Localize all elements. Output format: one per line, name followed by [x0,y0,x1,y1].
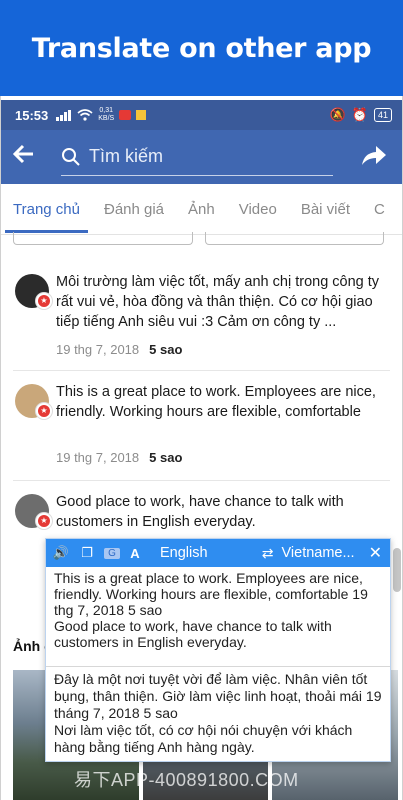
search-icon [62,147,80,166]
alarm-icon: ⏰ [351,107,368,122]
avatar[interactable]: ★ [15,494,53,530]
review-text: Good place to work, have chance to talk … [56,494,344,530]
review-text: Môi trường làm việc tốt, mấy anh chị tro… [56,274,380,330]
search-input[interactable]: Tìm kiếm [89,146,163,167]
close-icon[interactable]: ✕ [369,543,382,563]
divider [13,480,390,481]
mute-icon: 🔕 [329,107,346,122]
page-tabs: Trang chủ Đánh giá Ảnh Video Bài viết C [1,184,402,235]
review-date: 19 thg 7, 2018 [56,342,140,357]
swap-languages-icon[interactable]: ⇄ [262,545,274,562]
battery-indicator: 41 [373,108,392,122]
translate-toolbar: 🔊 ❐ G A English ⇄ Vietname... ✕ [46,539,390,567]
target-language-selector[interactable]: Vietname... [282,545,355,561]
review-rating: 5 sao [149,342,183,357]
recommend-badge-icon: ★ [35,402,53,420]
yes-button-partial[interactable] [13,232,193,245]
translated-text: Đây là một nơi tuyệt vời để làm việc. Nh… [54,671,382,755]
tab-reviews[interactable]: Đánh giá [92,201,176,218]
copy-icon[interactable]: ❐ [76,545,98,561]
review-date: 19 thg 7, 2018 [56,450,140,465]
status-time: 15:53 [15,107,49,123]
wifi-icon [77,109,93,121]
tab-photos[interactable]: Ảnh [176,201,227,218]
source-text: This is a great place to work. Employees… [46,567,390,667]
source-language-selector[interactable]: English [160,545,208,561]
review-text: This is a great place to work. Employees… [56,384,376,420]
tab-video[interactable]: Video [227,201,289,218]
tab-posts[interactable]: Bài viết [289,201,362,218]
review-rating: 5 sao [149,450,183,465]
font-size-icon[interactable]: A [124,546,146,561]
app-bar: Tìm kiếm [1,130,402,184]
no-button-partial[interactable] [205,232,384,245]
recommend-badge-icon: ★ [35,512,53,530]
translate-popup: 🔊 ❐ G A English ⇄ Vietname... ✕ This is … [45,538,391,762]
tab-home[interactable]: Trang chủ [1,201,92,233]
avatar[interactable]: ★ [15,384,53,420]
back-arrow-icon[interactable] [12,143,53,171]
status-bar: 15:53 0,31 KB/S 🔕 ⏰ 41 [1,100,402,130]
app-notification-icon [119,110,132,120]
review-meta: 19 thg 7, 2018 5 sao [56,342,182,357]
share-icon[interactable] [360,143,388,172]
review-meta: 19 thg 7, 2018 5 sao [56,450,182,465]
google-translate-icon[interactable]: G [104,547,120,559]
avatar[interactable]: ★ [15,274,53,310]
tab-more[interactable]: C [362,201,397,218]
promo-banner: Translate on other app [0,0,403,96]
network-speed: 0,31 KB/S [98,107,115,122]
watermark: 易下APP-400891800.COM [74,770,299,790]
search-bar[interactable]: Tìm kiếm [61,139,333,176]
floating-scroll-handle[interactable] [393,548,401,592]
speaker-icon[interactable]: 🔊 [50,545,72,561]
folder-notification-icon [136,110,147,120]
recommend-badge-icon: ★ [35,292,53,310]
divider [13,370,390,371]
signal-icon [56,109,72,121]
banner-title: Translate on other app [31,32,372,64]
